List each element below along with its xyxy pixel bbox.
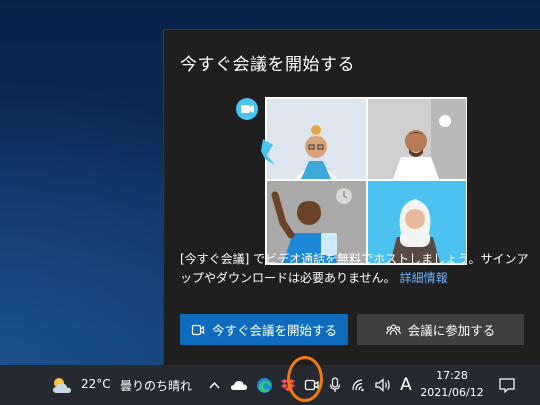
dropbox-tray-button[interactable] xyxy=(279,375,297,395)
microphone-tray-button[interactable] xyxy=(326,375,344,395)
weather-widget[interactable] xyxy=(50,373,74,397)
chevron-up-icon xyxy=(208,381,220,389)
weather-condition: 曇りのち晴れ xyxy=(120,379,193,393)
partly-cloudy-icon xyxy=(53,378,71,393)
dropbox-icon xyxy=(281,379,295,392)
speaker-icon xyxy=(374,378,390,392)
meet-now-icon xyxy=(304,379,319,391)
edge-tray-button[interactable] xyxy=(254,375,274,395)
clock-date: 2021/06/12 xyxy=(420,386,484,399)
wifi-icon xyxy=(352,379,364,392)
meet-now-icon xyxy=(191,324,205,335)
ime-indicator[interactable]: A xyxy=(396,373,416,397)
cloud-icon xyxy=(231,381,247,390)
edge-browser-icon xyxy=(256,377,272,393)
join-meeting-label: 会議に参加する xyxy=(407,323,496,338)
join-meeting-button[interactable]: 会議に参加する xyxy=(357,314,524,345)
popup-title: 今すぐ会議を開始する xyxy=(180,55,355,75)
meet-now-popup: 今すぐ会議を開始する [今すぐ会議] でビデオ通話を無料でホストしましょう。サイ… xyxy=(163,29,540,365)
volume-tray-button[interactable] xyxy=(373,375,393,395)
onedrive-tray-button[interactable] xyxy=(229,375,249,395)
network-tray-button[interactable] xyxy=(350,375,370,395)
meet-now-tray-button[interactable] xyxy=(302,375,322,395)
popup-description: [今すぐ会議] でビデオ通話を無料でホストしましょう。サインアップやダウンロード… xyxy=(180,252,529,285)
learn-more-link[interactable]: 詳細情報 xyxy=(400,271,448,285)
system-clock[interactable]: 17:28 2021/06/12 xyxy=(416,367,488,401)
show-hidden-icons-button[interactable] xyxy=(205,375,223,395)
people-group-icon xyxy=(385,323,401,335)
start-meeting-button[interactable]: 今すぐ会議を開始する xyxy=(180,314,348,345)
video-call-illustration xyxy=(236,97,467,265)
taskbar: 22°C 曇りのち晴れ A 17:28 2021/06/12 xyxy=(0,365,540,405)
clock-time: 17:28 xyxy=(436,369,468,382)
start-meeting-label: 今すぐ会議を開始する xyxy=(211,323,337,338)
microphone-icon xyxy=(329,377,341,392)
notification-center-button[interactable] xyxy=(496,375,518,395)
weather-temperature: 22°C xyxy=(81,377,111,391)
notification-icon xyxy=(499,377,515,393)
